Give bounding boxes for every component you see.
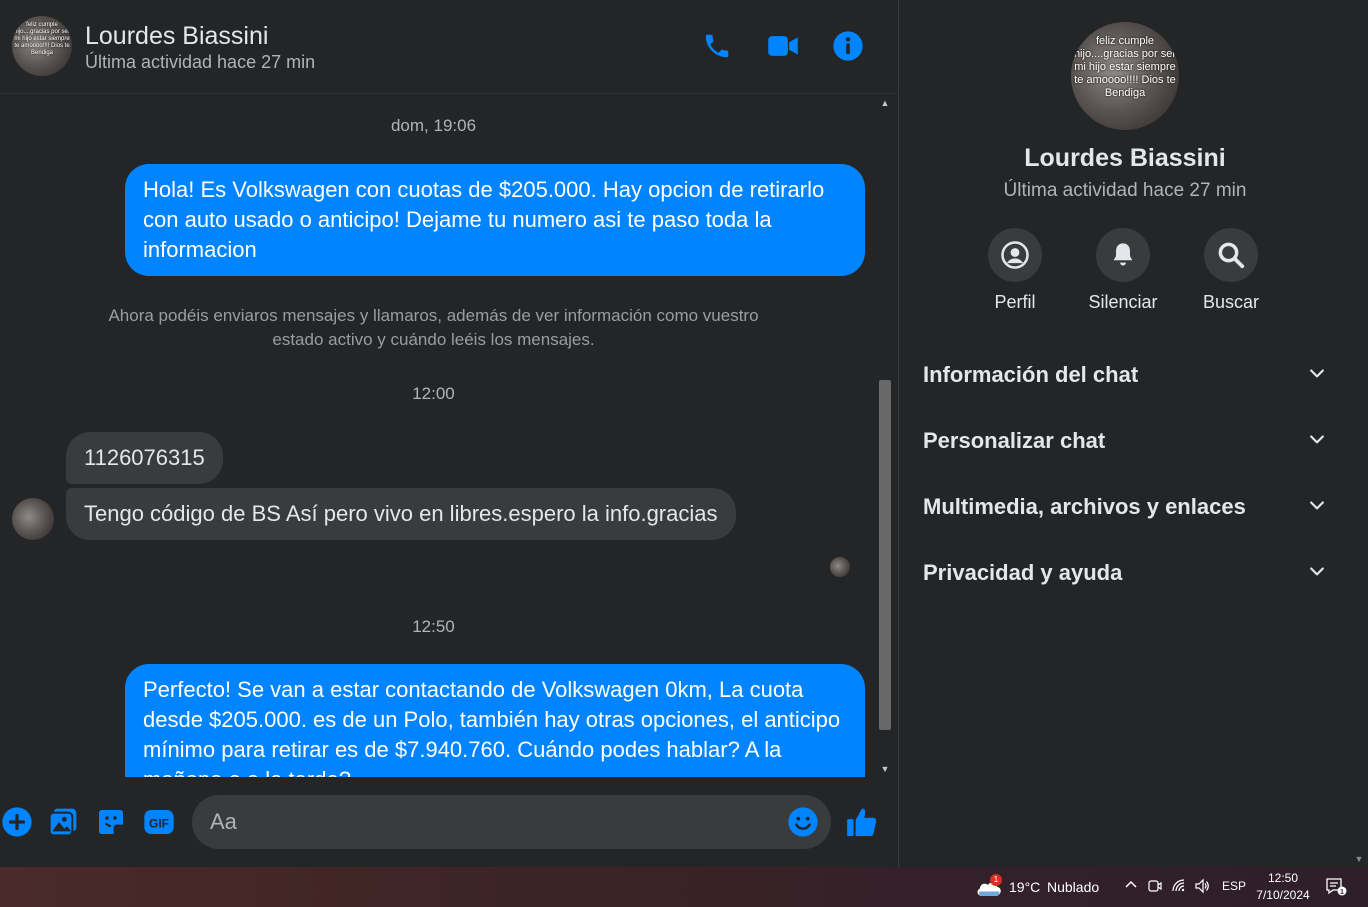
speaker-icon[interactable]: [1193, 878, 1211, 896]
weather-condition[interactable]: Nublado: [1047, 879, 1099, 895]
section-privacy-help[interactable]: Privacidad y ayuda: [913, 545, 1337, 601]
contact-status: Última actividad hace 27 min: [85, 52, 316, 72]
mute-button[interactable]: Silenciar: [1073, 228, 1173, 313]
clock-date[interactable]: 7/10/2024: [1252, 888, 1314, 902]
section-title: Multimedia, archivos y enlaces: [923, 494, 1246, 519]
connection-notice: Ahora podéis enviaros mensajes y llamaro…: [108, 306, 759, 349]
svg-text:GIF: GIF: [149, 816, 169, 830]
windows-taskbar: 1 19°C Nublado ESP 12:50 7/10/2024 1: [0, 867, 1368, 907]
chevron-down-icon: [1307, 495, 1327, 520]
section-customize-chat[interactable]: Personalizar chat: [913, 413, 1337, 469]
image-icon[interactable]: [46, 805, 80, 839]
weather-temperature[interactable]: 19°C: [1009, 879, 1040, 895]
search-button[interactable]: Buscar: [1181, 228, 1281, 313]
video-camera-icon[interactable]: [765, 28, 801, 64]
thumbs-up-icon[interactable]: [845, 805, 881, 841]
chat-details-panel: feliz cumple hijo....gracias por ser mi …: [898, 0, 1350, 867]
gif-icon[interactable]: GIF: [142, 805, 176, 839]
message-input[interactable]: [192, 795, 831, 849]
avatar-caption: feliz cumple hijo....gracias por ser mi …: [14, 22, 70, 56]
input-language[interactable]: ESP: [1222, 879, 1246, 893]
contact-avatar[interactable]: feliz cumple hijo....gracias por ser mi …: [12, 16, 72, 76]
section-title: Privacidad y ayuda: [923, 560, 1123, 585]
chevron-down-icon: [1307, 561, 1327, 586]
message-incoming[interactable]: 1126076315: [66, 432, 223, 484]
bell-icon: [1096, 228, 1150, 282]
section-title: Información del chat: [923, 362, 1139, 387]
profile-status: Última actividad hace 27 min: [1003, 180, 1247, 201]
message-outgoing[interactable]: Hola! Es Volkswagen con cuotas de $205.0…: [125, 164, 865, 276]
search-icon: [1204, 228, 1258, 282]
meet-now-icon[interactable]: [1146, 878, 1164, 896]
timestamp: 12:50: [412, 617, 455, 636]
notification-center-icon[interactable]: 1: [1325, 877, 1347, 897]
chat-header: feliz cumple hijo....gracias por ser mi …: [0, 0, 897, 94]
plus-icon[interactable]: [0, 805, 34, 839]
search-label: Buscar: [1202, 292, 1260, 312]
chevron-up-icon[interactable]: [1122, 878, 1140, 896]
profile-avatar[interactable]: feliz cumple hijo....gracias por ser mi …: [1071, 22, 1179, 130]
messenger-window: feliz cumple hijo....gracias por ser mi …: [0, 0, 1368, 907]
scroll-down-arrow-icon[interactable]: ▼: [1350, 851, 1368, 867]
timestamp: 12:00: [412, 384, 455, 403]
section-media-files-links[interactable]: Multimedia, archivos y enlaces: [913, 479, 1337, 535]
profile-name: Lourdes Biassini: [1024, 144, 1226, 172]
weather-alert-badge: 1: [990, 874, 1002, 886]
read-receipt-avatar: [830, 557, 850, 577]
scroll-down-arrow-icon[interactable]: ▼: [876, 761, 894, 777]
avatar-caption: feliz cumple hijo....gracias por ser mi …: [1073, 35, 1177, 99]
contact-name[interactable]: Lourdes Biassini: [85, 22, 268, 51]
side-scrollbar[interactable]: ▼: [1350, 0, 1368, 867]
svg-text:1: 1: [1340, 889, 1344, 896]
message-incoming[interactable]: Tengo código de BS Así pero vivo en libr…: [66, 488, 736, 540]
section-title: Personalizar chat: [923, 428, 1106, 453]
profile-icon: [988, 228, 1042, 282]
profile-label: Perfil: [994, 292, 1036, 312]
section-chat-info[interactable]: Información del chat: [913, 347, 1337, 403]
clock-time[interactable]: 12:50: [1252, 871, 1314, 885]
sender-avatar: [12, 498, 54, 540]
message-list[interactable]: dom, 19:06 Hola! Es Volkswagen con cuota…: [0, 95, 875, 777]
profile-button[interactable]: Perfil: [965, 228, 1065, 313]
chevron-down-icon: [1307, 363, 1327, 388]
mute-label: Silenciar: [1088, 292, 1158, 312]
scroll-thumb[interactable]: [879, 380, 891, 730]
chevron-down-icon: [1307, 429, 1327, 454]
phone-icon[interactable]: [699, 28, 735, 64]
wifi-icon[interactable]: [1170, 878, 1188, 896]
scroll-up-arrow-icon[interactable]: ▲: [876, 95, 894, 111]
timestamp: dom, 19:06: [390, 116, 477, 135]
composer: GIF: [0, 777, 897, 867]
emoji-icon[interactable]: [787, 806, 821, 840]
chat-panel: feliz cumple hijo....gracias por ser mi …: [0, 0, 897, 867]
message-outgoing[interactable]: Perfecto! Se van a estar contactando de …: [125, 664, 865, 777]
info-icon[interactable]: [830, 28, 866, 64]
sticker-icon[interactable]: [94, 805, 128, 839]
message-scrollbar[interactable]: ▲ ▼: [876, 95, 894, 777]
